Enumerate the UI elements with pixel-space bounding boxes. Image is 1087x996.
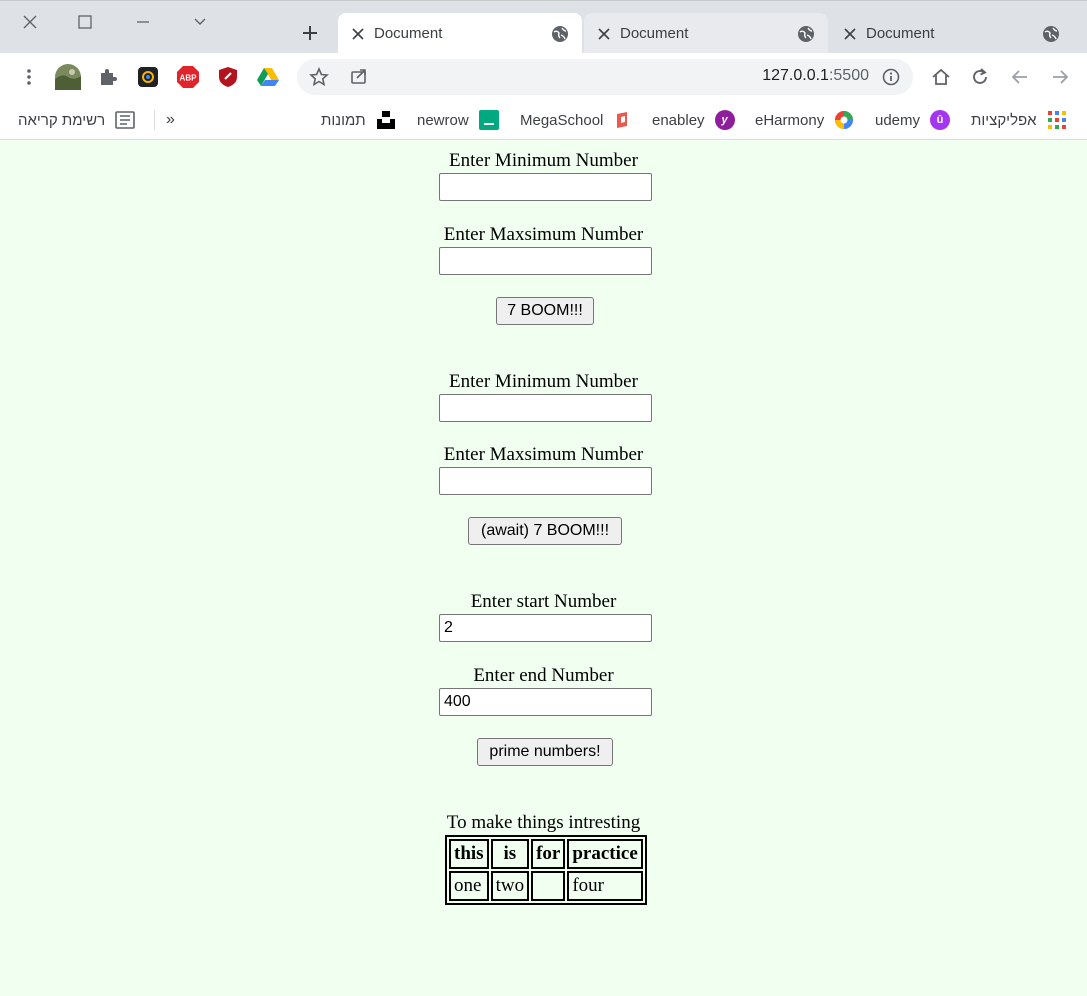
bookmark-item[interactable]: enabley y <box>652 108 735 132</box>
unsplash-icon <box>376 110 396 130</box>
bookmark-label: אפליקציות <box>971 111 1037 129</box>
form1-min-input[interactable] <box>439 173 652 201</box>
new-tab-plus-icon[interactable] <box>296 19 324 47</box>
bookmark-item[interactable]: MegaSchool <box>520 108 633 132</box>
tab-close-icon[interactable] <box>842 26 858 42</box>
bookmark-item[interactable]: אפליקציות <box>971 108 1067 132</box>
tab-document-2[interactable]: Document <box>584 13 828 54</box>
address-bar[interactable]: 127.0.0.1:5500 <box>297 59 913 95</box>
bookmark-label: MegaSchool <box>520 111 604 129</box>
bookmark-separator <box>154 110 155 130</box>
await-seven-boom-button[interactable]: (await) 7 BOOM!!! <box>468 517 622 545</box>
bookmark-label: enabley <box>652 111 705 129</box>
bookmark-label: eHarmony <box>755 111 825 129</box>
adblock-icon[interactable]: ABP <box>175 64 201 90</box>
practice-table: this is for practice one two four <box>445 835 647 905</box>
table-row: one two four <box>449 871 643 901</box>
tab-title: Document <box>866 25 935 42</box>
table-cell: two <box>490 871 530 901</box>
bookmark-label: newrow <box>417 111 469 129</box>
table-header-cell: is <box>490 839 530 869</box>
close-window-icon[interactable] <box>15 9 45 35</box>
bookmarks-bar: רשימת קריאה » תמונות newrow MegaSchool e… <box>0 100 1087 140</box>
table-header-cell: practice <box>567 839 643 869</box>
bookmark-label: תמונות <box>321 111 366 129</box>
tab-search-chevron-icon[interactable] <box>185 9 215 35</box>
bookmark-item[interactable]: udemy û <box>875 108 951 132</box>
home-icon[interactable] <box>928 64 954 90</box>
eharmony-icon <box>834 110 854 130</box>
url-port: :5500 <box>828 67 869 84</box>
profile-avatar[interactable] <box>55 64 81 90</box>
globe-icon <box>550 24 570 44</box>
table-cell: one <box>449 871 489 901</box>
camera-extension-icon[interactable] <box>135 64 161 90</box>
globe-icon <box>796 24 816 44</box>
globe-icon <box>1041 24 1061 44</box>
site-info-icon[interactable] <box>878 64 904 90</box>
reading-list-button[interactable]: רשימת קריאה <box>18 108 135 132</box>
tab-title: Document <box>620 25 689 42</box>
share-page-icon[interactable] <box>346 64 372 90</box>
table-header-cell: this <box>449 839 489 869</box>
prime-numbers-button[interactable]: prime numbers! <box>477 738 613 766</box>
enabley-icon: y <box>714 110 735 130</box>
tab-close-icon[interactable] <box>350 26 366 42</box>
tab-document-3[interactable]: Document <box>830 13 1087 54</box>
back-arrow-icon[interactable] <box>1007 64 1033 90</box>
table-caption: To make things intresting <box>446 812 641 833</box>
table-header-cell: for <box>531 839 566 869</box>
apps-grid-icon <box>1047 110 1067 130</box>
form3-start-label: Enter start Number <box>470 591 617 612</box>
form2-min-input[interactable] <box>439 394 652 422</box>
url-host: 127.0.0.1 <box>762 67 829 84</box>
svg-text:ABP: ABP <box>180 74 198 83</box>
form1-min-label: Enter Minimum Number <box>449 150 638 171</box>
table-cell <box>531 871 566 901</box>
page-content: Enter Minimum Number Enter Maxsimum Numb… <box>0 140 1087 996</box>
minimize-window-icon[interactable] <box>128 9 158 35</box>
browser-toolbar: ABP 127.0.0.1:5500 <box>0 53 1087 100</box>
tab-strip: Document Document Document <box>0 0 1087 54</box>
form3-end-label: Enter end Number <box>473 665 614 686</box>
bookmarks-overflow-button[interactable]: » <box>166 108 175 132</box>
extensions-puzzle-icon[interactable] <box>95 64 121 90</box>
bookmark-item[interactable]: תמונות <box>321 108 396 132</box>
menu-dots-icon[interactable] <box>16 64 42 90</box>
megaschool-icon <box>613 110 633 130</box>
forward-arrow-icon[interactable] <box>1047 64 1073 90</box>
bookmark-star-icon[interactable] <box>306 64 332 90</box>
udemy-icon: û <box>930 110 951 130</box>
bookmark-label: udemy <box>875 111 921 129</box>
bookmark-item[interactable]: newrow <box>417 108 499 132</box>
tab-document-1[interactable]: Document <box>338 13 582 54</box>
overflow-chevron-icon: » <box>166 111 175 128</box>
newrow-icon <box>478 110 499 130</box>
tab-close-icon[interactable] <box>596 26 612 42</box>
tab-title: Document <box>374 25 443 42</box>
form2-min-label: Enter Minimum Number <box>449 371 638 392</box>
reload-icon[interactable] <box>967 64 993 90</box>
reading-list-icon <box>115 110 135 130</box>
table-header-row: this is for practice <box>449 839 643 869</box>
seven-boom-button[interactable]: 7 BOOM!!! <box>496 297 594 325</box>
form2-max-label: Enter Maxsimum Number <box>443 444 644 465</box>
bookmark-item[interactable]: eHarmony <box>755 108 854 132</box>
form1-max-input[interactable] <box>439 247 652 275</box>
table-cell: four <box>567 871 643 901</box>
form3-start-input[interactable] <box>439 614 652 642</box>
form1-max-label: Enter Maxsimum Number <box>443 224 644 245</box>
form3-end-input[interactable] <box>439 688 652 716</box>
maximize-window-icon[interactable] <box>70 9 100 35</box>
red-shield-icon[interactable] <box>215 64 241 90</box>
form2-max-input[interactable] <box>439 467 652 495</box>
google-drive-icon[interactable] <box>255 64 281 90</box>
reading-list-label: רשימת קריאה <box>18 111 106 129</box>
url-text[interactable]: 127.0.0.1:5500 <box>762 67 869 85</box>
